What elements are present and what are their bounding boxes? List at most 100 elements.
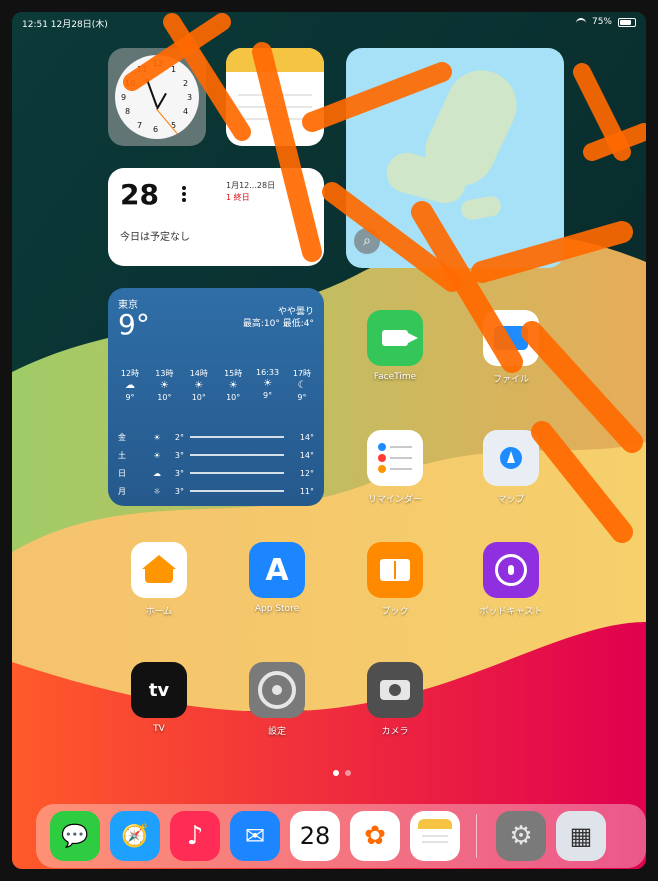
- dock-calendar[interactable]: 28: [290, 811, 340, 861]
- compass-icon: 🧭: [121, 823, 149, 849]
- app-camera[interactable]: カメラ: [360, 662, 430, 752]
- weather-hour-temp: 10°: [226, 393, 241, 402]
- clock-number: 2: [183, 79, 189, 88]
- wifi-icon: [575, 17, 586, 27]
- clock-number: 11: [137, 65, 148, 74]
- notes-header: [226, 48, 324, 72]
- weather-day: 土: [118, 450, 126, 460]
- weather-day-bar: [190, 454, 284, 456]
- calendar-day: 28: [120, 178, 159, 211]
- gear-icon: [258, 671, 296, 709]
- battery-icon: [618, 17, 636, 27]
- weather-hour-icon: ☾: [297, 380, 307, 391]
- gear-center: [272, 685, 282, 695]
- notes-line: [422, 835, 448, 837]
- dock: 💬 🧭 ♪ ✉ 28 ✿ ⚙ ▦: [36, 804, 646, 868]
- dock-messages[interactable]: 💬: [50, 811, 100, 861]
- tv-logo: tv: [148, 679, 170, 701]
- weather-day-icon: ☀: [153, 432, 161, 442]
- weather-desc: やや曇り 最高:10° 最低:4°: [243, 306, 314, 330]
- clock-minute-hand: [145, 78, 158, 108]
- dock-photos[interactable]: ✿: [350, 811, 400, 861]
- reminder-dot: [378, 465, 386, 473]
- notes-widget[interactable]: [226, 48, 324, 146]
- app-files[interactable]: ファイル: [476, 310, 546, 400]
- weather-hour-icon: ☀: [263, 378, 273, 389]
- status-right: 75%: [575, 17, 636, 27]
- book-spine: [394, 561, 396, 579]
- open-book-icon: [380, 559, 410, 581]
- app-reminders[interactable]: リマインダー: [360, 430, 430, 520]
- app-home[interactable]: ホーム: [124, 542, 194, 632]
- app-label: 設定: [267, 727, 286, 737]
- app-label: ホーム: [145, 607, 173, 617]
- weather-day-row: 土 ☀ 3° 14°: [118, 446, 314, 464]
- maps-icon: [483, 430, 539, 486]
- podcast-mic-dot: [508, 565, 514, 575]
- calendar-header: 1月12...28日: [226, 181, 276, 190]
- weather-day-row: 月 ☼ 3° 11°: [118, 482, 314, 500]
- app-appstore[interactable]: A App Store: [242, 542, 312, 632]
- page-indicator[interactable]: [327, 770, 357, 778]
- mail-envelope-icon: ✉: [244, 822, 266, 850]
- map-search-button[interactable]: ⌕: [354, 228, 380, 254]
- weather-day-bar: [190, 472, 284, 474]
- weather-hour-temp: 10°: [191, 393, 206, 402]
- gear-icon: ⚙: [509, 821, 533, 851]
- app-maps[interactable]: マップ: [476, 430, 546, 520]
- weather-hour: 14時 ☀ 10°: [187, 368, 211, 402]
- weather-hour-time: 13時: [155, 369, 174, 378]
- weather-day-low: 3°: [174, 486, 184, 496]
- music-note-icon: ♪: [186, 821, 204, 851]
- search-icon: ⌕: [363, 233, 371, 249]
- app-podcasts[interactable]: ポッドキャスト: [476, 542, 546, 632]
- dock-app-library[interactable]: ▦: [556, 811, 606, 861]
- folder-icon: [494, 326, 528, 350]
- weather-day-bar: [190, 436, 284, 438]
- weather-hour-icon: ☀: [159, 380, 169, 391]
- app-settings[interactable]: 設定: [242, 662, 312, 752]
- weather-day-row: 日 ☁ 3° 12°: [118, 464, 314, 482]
- podcasts-icon: [483, 542, 539, 598]
- app-label: ブック: [381, 607, 409, 617]
- reminder-line: [390, 457, 412, 459]
- page-dot-active[interactable]: [333, 770, 339, 776]
- notes-line: [238, 118, 312, 120]
- weather-hour-temp: 9°: [125, 393, 135, 402]
- app-facetime[interactable]: FaceTime: [360, 310, 430, 400]
- weather-temp: 9°: [118, 308, 150, 341]
- calendar-widget[interactable]: 28 1月12...28日 1 終日 今日は予定なし: [108, 168, 324, 266]
- weather-hour-time: 17時: [292, 369, 312, 378]
- weather-day-high: 11°: [299, 486, 314, 496]
- calendar-dot: [182, 198, 186, 202]
- dock-safari[interactable]: 🧭: [110, 811, 160, 861]
- clock-widget[interactable]: 12 11 1 10 2 9 3 8 4 7 5 6: [108, 48, 206, 146]
- home-icon: [131, 542, 187, 598]
- weather-hour-icon: ☀: [194, 380, 204, 391]
- app-tv[interactable]: tv TV: [124, 662, 194, 752]
- books-icon: [367, 542, 423, 598]
- weather-widget[interactable]: 東京 9° やや曇り 最高:10° 最低:4° 12時 ☁ 9° 13時 ☀ 1…: [108, 288, 324, 506]
- camera-body-icon: [380, 680, 410, 700]
- weather-day-high: 14°: [299, 450, 314, 460]
- dock-mail[interactable]: ✉: [230, 811, 280, 861]
- weather-hour: 17時 ☾ 9°: [290, 368, 314, 402]
- clock-number: 8: [125, 107, 131, 116]
- app-library-grid-icon: ▦: [569, 822, 593, 850]
- dock-music[interactable]: ♪: [170, 811, 220, 861]
- clock-hour-hand: [156, 92, 167, 110]
- maps-widget[interactable]: ⌕: [346, 48, 564, 268]
- weather-day-low: 3°: [174, 468, 184, 478]
- weather-hour: 12時 ☁ 9°: [118, 368, 142, 402]
- dock-settings[interactable]: ⚙: [496, 811, 546, 861]
- app-label: FaceTime: [373, 372, 417, 382]
- app-books[interactable]: ブック: [360, 542, 430, 632]
- clock-number: 10: [125, 79, 136, 88]
- weather-hour-time: 16:33: [256, 368, 280, 377]
- photos-flower-icon: ✿: [364, 821, 386, 851]
- dock-notes[interactable]: [410, 811, 460, 861]
- page-dot[interactable]: [345, 770, 351, 776]
- weather-day: 金: [118, 432, 126, 442]
- weather-hour: 13時 ☀ 10°: [152, 368, 176, 402]
- notes-top: [418, 819, 452, 829]
